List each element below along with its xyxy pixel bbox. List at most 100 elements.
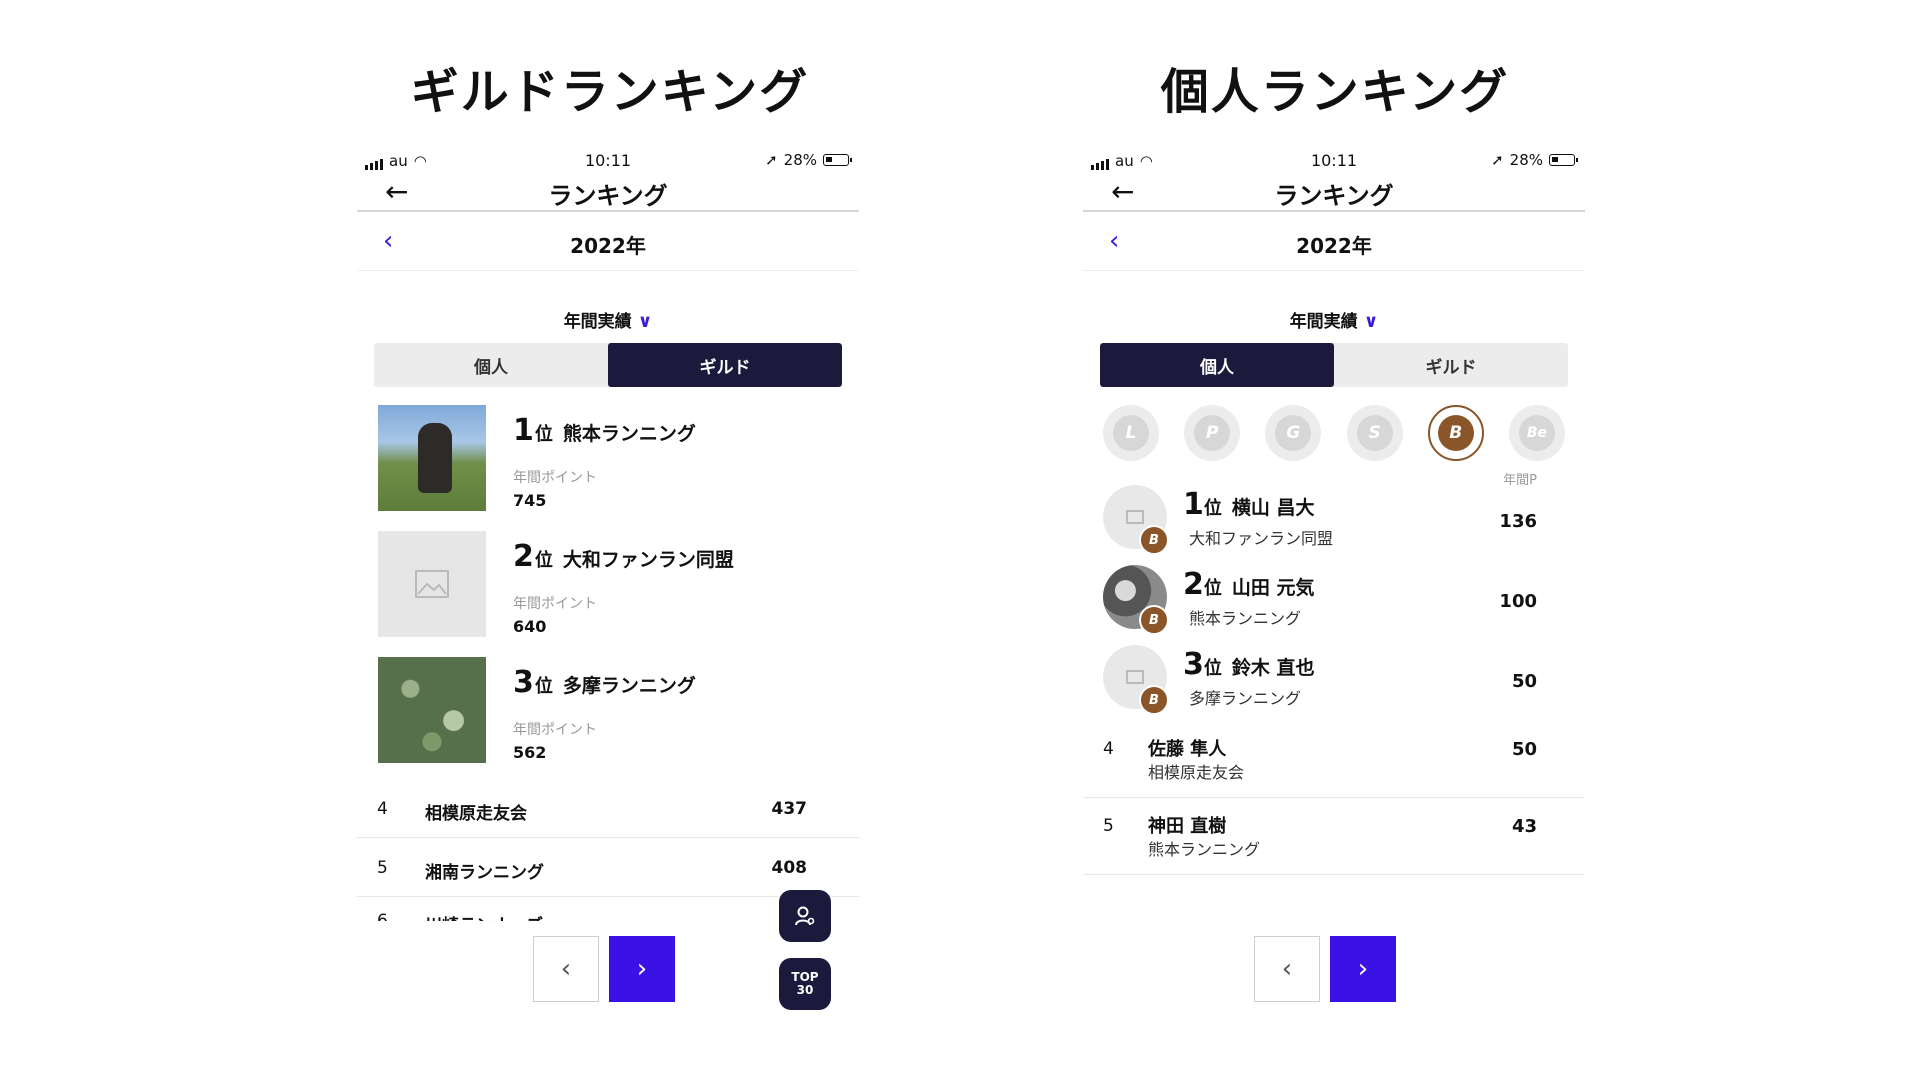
guild-name: 熊本ランニング	[1148, 840, 1261, 859]
chevron-down-icon: ∨	[637, 311, 653, 332]
year-selector: ‹ 2022年	[357, 212, 859, 271]
guild-ranking-screen: au ◠ 10:11 ➚ 28% ← ランキング ‹ 2022年 年間実績 ∨ 個…	[357, 148, 859, 1030]
prev-page-button[interactable]: ‹	[533, 936, 599, 1002]
battery-icon	[1549, 154, 1578, 166]
points-value: 562	[513, 743, 547, 762]
person-rank-item[interactable]: B 1位 横山 昌大 大和ファンラン同盟 136	[1083, 481, 1585, 561]
rank-class-filter: L P G S B Be	[1103, 405, 1565, 467]
person-name: 鈴木 直也	[1231, 657, 1315, 679]
tab-guild[interactable]: ギルド	[608, 343, 842, 387]
battery-icon	[823, 154, 852, 166]
badge-g-icon[interactable]: G	[1265, 405, 1322, 461]
guild-name: 熊本ランニング	[1189, 609, 1302, 628]
list-item[interactable]: 5 湘南ランニング 408	[357, 838, 859, 897]
user-search-button[interactable]	[779, 890, 831, 942]
list-item[interactable]: 5 神田 直樹 熊本ランニング 43	[1083, 798, 1585, 875]
guild-photo	[378, 657, 486, 763]
chevron-down-icon: ∨	[1363, 311, 1379, 332]
avatar: B	[1103, 485, 1169, 555]
rank-number: 3	[513, 665, 534, 700]
guild-ranking-title: ギルドランキング	[410, 64, 810, 120]
badge-be-icon[interactable]: Be	[1508, 405, 1565, 461]
guild-name: 大和ファンラン同盟	[562, 549, 734, 571]
points-value: 100	[1499, 591, 1537, 612]
points-value: 408	[771, 858, 808, 878]
battery-percent: 28%	[783, 151, 817, 169]
person-name: 佐藤 隼人	[1148, 739, 1227, 760]
guild-name: 湘南ランニング	[425, 863, 544, 883]
points-value: 50	[1511, 739, 1537, 760]
bronze-badge-icon: B	[1139, 605, 1169, 635]
guild-name: 大和ファンラン同盟	[1189, 529, 1334, 548]
rank-unit: 位	[534, 424, 553, 445]
list-item[interactable]: 4 佐藤 隼人 相模原走友会 50	[1083, 721, 1585, 798]
top30-button[interactable]: TOP 30	[779, 958, 831, 1010]
nav-bar: ← ランキング	[1083, 176, 1585, 212]
guild-name: 相模原走友会	[425, 804, 527, 824]
location-icon: ➚	[1491, 151, 1504, 169]
year-selector: ‹ 2022年	[1083, 212, 1585, 271]
points-label: 年間ポイント	[513, 470, 597, 486]
status-bar: au ◠ 10:11 ➚ 28%	[357, 148, 859, 176]
bronze-badge-icon: B	[1139, 525, 1169, 555]
points-label: 年間ポイント	[513, 722, 597, 738]
rank-number: 1	[1183, 487, 1204, 522]
battery-percent: 28%	[1509, 151, 1543, 169]
badge-s-icon[interactable]: S	[1346, 405, 1403, 461]
person-name: 神田 直樹	[1148, 816, 1227, 837]
guild-name: 多摩ランニング	[1189, 689, 1302, 708]
rank-number: 1	[513, 413, 534, 448]
next-page-button[interactable]: ›	[1330, 936, 1396, 1002]
rank-number: 6	[377, 911, 388, 921]
pagination: ‹ ›	[533, 936, 675, 1002]
guild-name: 川崎ランナーズ	[425, 911, 543, 921]
points-value: 43	[1511, 816, 1537, 837]
ranking-type-tabs: 個人 ギルド	[1100, 343, 1568, 387]
year-label: 2022年	[1296, 234, 1372, 258]
person-rank-item[interactable]: B 3位 鈴木 直也 多摩ランニング 50	[1083, 641, 1585, 721]
personal-ranking-screen: au ◠ 10:11 ➚ 28% ← ランキング ‹ 2022年 年間実績 ∨ 個…	[1083, 148, 1585, 1030]
guild-rank-item[interactable]: 2位 大和ファンラン同盟 年間ポイント 640	[357, 527, 859, 653]
ranking-type-tabs: 個人 ギルド	[374, 343, 842, 387]
prev-page-button[interactable]: ‹	[1254, 936, 1320, 1002]
points-value: 50	[1511, 671, 1537, 692]
list-item[interactable]: 4 相模原走友会 437	[357, 779, 859, 838]
badge-l-icon[interactable]: L	[1103, 405, 1159, 461]
badge-b-icon[interactable]: B	[1427, 405, 1484, 461]
pagination: ‹ ›	[1254, 936, 1396, 1002]
rank-number: 3	[1183, 647, 1204, 682]
tab-personal[interactable]: 個人	[1100, 343, 1334, 387]
points-label: 年間ポイント	[513, 596, 597, 612]
points-value: 640	[513, 617, 547, 636]
avatar: B	[1103, 645, 1169, 715]
avatar: B	[1103, 565, 1169, 635]
person-name: 横山 昌大	[1231, 497, 1315, 519]
guild-rank-item[interactable]: 3位 多摩ランニング 年間ポイント 562	[357, 653, 859, 779]
rank-number: 5	[377, 858, 388, 878]
guild-rank-item[interactable]: 1位 熊本ランニング 年間ポイント 745	[357, 401, 859, 527]
guild-name: 多摩ランニング	[562, 675, 696, 697]
tab-guild[interactable]: ギルド	[1334, 343, 1568, 387]
rank-number: 5	[1103, 816, 1114, 836]
top30-count: 30	[796, 983, 814, 997]
tab-personal[interactable]: 個人	[374, 343, 608, 387]
rank-unit: 位	[1203, 658, 1222, 679]
image-placeholder-icon	[1126, 670, 1144, 684]
rank-unit: 位	[534, 550, 553, 571]
nav-bar: ← ランキング	[357, 176, 859, 212]
next-page-button[interactable]: ›	[609, 936, 675, 1002]
personal-ranking-title: 個人ランキング	[1160, 64, 1510, 120]
badge-p-icon[interactable]: P	[1184, 405, 1241, 461]
person-rank-item[interactable]: B 2位 山田 元気 熊本ランニング 100	[1083, 561, 1585, 641]
guild-name: 相模原走友会	[1148, 763, 1245, 782]
rank-number: 2	[1183, 567, 1204, 602]
nav-title: ランキング	[548, 182, 668, 210]
period-dropdown[interactable]: 年間実績 ∨	[357, 307, 859, 333]
year-label: 2022年	[570, 234, 646, 258]
points-value: 437	[771, 799, 808, 819]
rank-number: 2	[513, 539, 534, 574]
user-search-icon	[795, 906, 815, 926]
rank-number: 4	[1103, 739, 1114, 759]
points-value: 136	[1499, 511, 1537, 532]
period-dropdown[interactable]: 年間実績 ∨	[1083, 307, 1585, 333]
